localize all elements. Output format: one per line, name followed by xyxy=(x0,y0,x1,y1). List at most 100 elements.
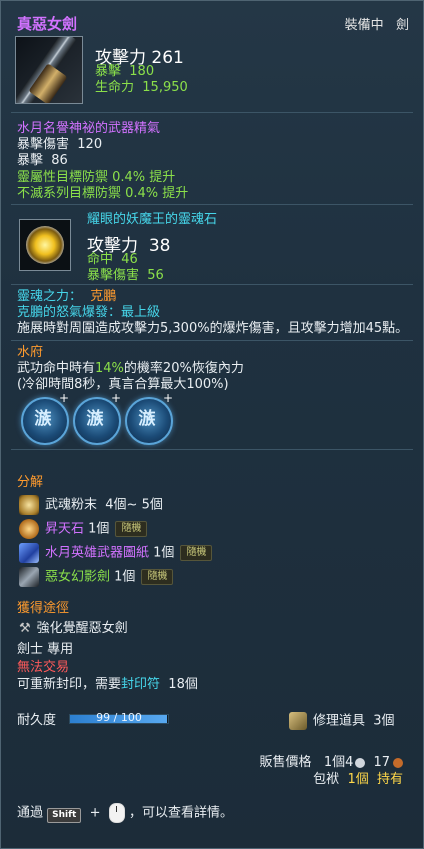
crit-label: 暴擊 xyxy=(95,64,122,79)
item-tooltip: 真惡女劍 裝備中 劍 攻擊力 261 暴擊 180 生命力 15,950 水月名… xyxy=(0,0,424,849)
hp-value: 15,950 xyxy=(142,80,188,95)
effect-name: 水府 xyxy=(17,345,44,360)
decompose-item-2: 昇天石 1個 隨機 xyxy=(19,519,148,539)
decompose-item-name: 水月英雄武器圖紙 xyxy=(45,545,150,561)
item-name: 真惡女劍 xyxy=(17,15,78,33)
durability-current: 99 xyxy=(96,711,111,724)
dust-icon xyxy=(19,495,39,515)
reseal-info: 可重新封印，需要封印符 18個 xyxy=(17,677,198,693)
decompose-item-name: 惡女幻影劍 xyxy=(45,569,111,585)
gem-slot-mark: + xyxy=(110,391,121,405)
essence-line1-value: 120 xyxy=(77,137,103,152)
bag-count: 包袱 1個 持有 xyxy=(313,772,403,788)
copper-coin-icon xyxy=(393,757,403,768)
equip-info: 裝備中 劍 xyxy=(345,14,409,33)
random-tag: 隨機 xyxy=(115,521,148,537)
decompose-item-qty: 1個 xyxy=(88,521,110,537)
soul-critdmg-value: 56 xyxy=(147,268,164,283)
bag-qty: 1個 xyxy=(347,772,369,787)
hammer-icon xyxy=(289,712,307,730)
divider xyxy=(11,112,413,113)
gem-slot-1[interactable]: 㵀 + xyxy=(21,391,69,445)
divider xyxy=(11,449,413,450)
sword-icon xyxy=(19,567,39,587)
effect-line-2: (冷卻時間8秒，真言合算最大100%) xyxy=(17,377,229,392)
gem-slot-mark: + xyxy=(58,391,69,405)
decompose-item-name: 武魂粉末 xyxy=(45,497,98,513)
soul-attack-value: 38 xyxy=(148,236,171,256)
detail-hint: 通過 Shift + ，可以查看詳情。 xyxy=(17,803,233,823)
soul-hit-label: 命中 xyxy=(87,252,114,267)
bag-label: 包袱 xyxy=(313,772,340,787)
decompose-item-4: 惡女幻影劍 1個 隨機 xyxy=(19,567,174,587)
divider xyxy=(11,284,413,285)
crit-value: 180 xyxy=(129,64,155,79)
class-requirement: 劍士 專用 xyxy=(17,642,74,657)
effect-line-1: 武功命中時有14%的機率20%恢復內力 xyxy=(17,361,244,377)
essence-line-3: 靈屬性目標防禦 0.4% 提升 xyxy=(17,170,176,185)
blueprint-icon xyxy=(19,543,39,563)
divider xyxy=(11,340,413,341)
acquire-method: ⚒ 強化覺醒惡女劍 xyxy=(19,621,128,637)
shift-key-icon: Shift xyxy=(47,807,82,823)
mouse-icon xyxy=(108,803,125,823)
bag-suffix: 持有 xyxy=(376,772,403,787)
gem-slot-mark: + xyxy=(162,391,173,405)
decompose-item-qty: 4個~ 5個 xyxy=(105,497,163,513)
crit-stat: 暴擊 180 xyxy=(95,64,154,80)
soul-hit-value: 46 xyxy=(121,252,138,267)
equip-type: 劍 xyxy=(395,18,409,33)
repair-label: 修理道具 xyxy=(313,713,366,729)
price-label: 販售價格 xyxy=(259,755,312,770)
soul-power-name: 克鵬 xyxy=(90,289,117,304)
attack-value: 261 xyxy=(151,48,184,68)
equip-status: 裝備中 xyxy=(344,18,384,33)
sword-item-icon xyxy=(15,36,83,104)
soul-power: 靈魂之力： 克鵬 xyxy=(17,289,116,305)
decompose-item-name: 昇天石 xyxy=(45,521,85,537)
soul-rage-line: 克鵬的怒氣爆發：最上級 xyxy=(17,305,161,320)
soul-critdmg: 暴擊傷害 56 xyxy=(87,268,164,284)
gem-slot-3[interactable]: 㵀 + xyxy=(125,391,173,445)
repair-qty: 3個 xyxy=(373,713,395,729)
effect-pct: 14% xyxy=(95,361,124,376)
anvil-icon: ⚒ xyxy=(19,621,31,636)
ascension-stone-icon xyxy=(19,519,39,539)
soul-critdmg-label: 暴擊傷害 xyxy=(87,268,140,283)
acquire-method-text: 強化覺醒惡女劍 xyxy=(36,621,128,636)
essence-line2-label: 暴擊 xyxy=(17,153,44,168)
effect-post: 的機率20%恢復內力 xyxy=(123,361,244,376)
random-tag: 隨機 xyxy=(180,545,213,561)
random-tag: 隨機 xyxy=(141,569,174,585)
repair-item: 修理道具 3個 xyxy=(289,712,395,730)
reseal-pre: 可重新封印，需要 xyxy=(17,677,122,692)
silver-coin-icon xyxy=(355,757,366,768)
hp-stat: 生命力 15,950 xyxy=(95,80,188,96)
essence-line2-value: 86 xyxy=(51,153,68,168)
durability-label: 耐久度 xyxy=(17,713,57,728)
durability-max: 100 xyxy=(120,711,142,724)
price-qty-prefix: 1個 xyxy=(323,755,346,770)
soul-stone-icon xyxy=(19,219,71,271)
reseal-item: 封印符 xyxy=(121,677,161,692)
effect-pre: 武功命中時有 xyxy=(17,361,96,376)
essence-line-2: 暴擊 86 xyxy=(17,153,68,169)
decompose-item-1: 武魂粉末 4個~ 5個 xyxy=(19,495,163,515)
decompose-item-3: 水月英雄武器圖紙 1個 隨機 xyxy=(19,543,213,563)
soul-hit: 命中 46 xyxy=(87,252,138,268)
divider xyxy=(11,204,413,205)
gem-slot-2[interactable]: 㵀 + xyxy=(73,391,121,445)
essence-line-4: 不滅系列目標防禦 0.4% 提升 xyxy=(17,186,189,201)
durability-separator: / xyxy=(113,711,118,724)
sell-price: 販售價格 1個4 17 xyxy=(259,755,403,771)
soul-power-label: 靈魂之力： xyxy=(17,289,83,304)
hp-label: 生命力 xyxy=(95,80,135,95)
essence-title: 水月名譽神祕的武器精氣 xyxy=(17,121,161,136)
hint-plus: + xyxy=(89,805,101,821)
essence-line-1: 暴擊傷害 120 xyxy=(17,137,102,153)
essence-line1-label: 暴擊傷害 xyxy=(17,137,70,152)
soul-power-desc: 施展時對周圍造成攻擊力5,300%的爆炸傷害，且攻擊力增加45點。 xyxy=(17,321,409,336)
hint-post: ，可以查看詳情。 xyxy=(128,805,233,821)
soul-title: 耀眼的妖魔王的靈魂石 xyxy=(87,212,218,227)
acquire-title: 獲得途徑 xyxy=(17,601,70,616)
